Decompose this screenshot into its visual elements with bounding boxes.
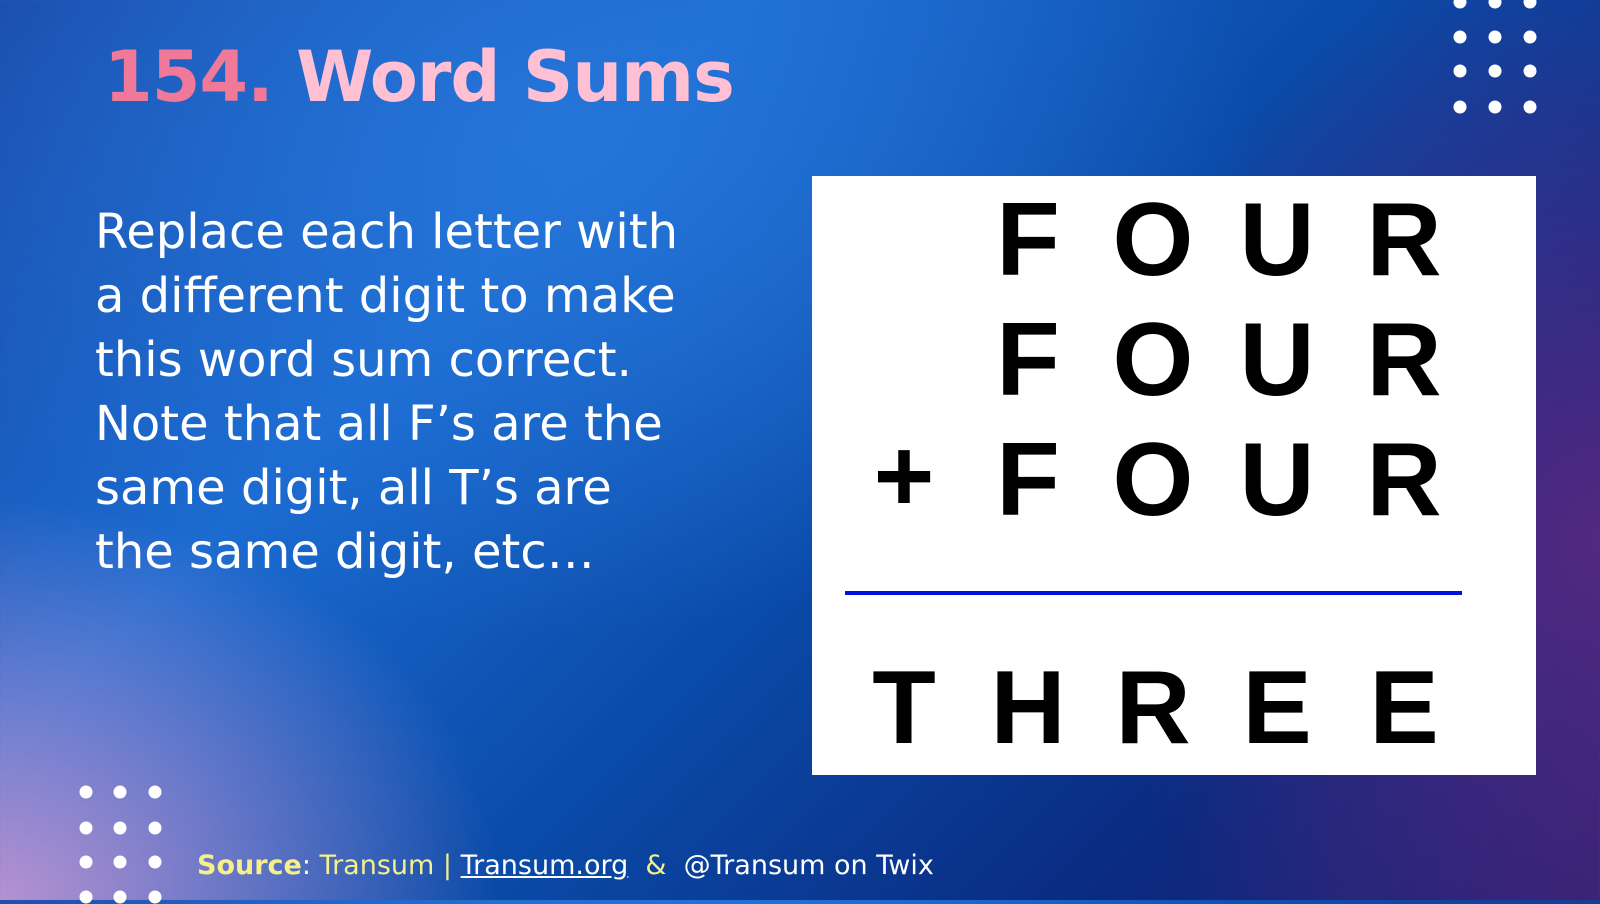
addend-letter: O bbox=[1112, 182, 1194, 298]
source-label: Source bbox=[197, 850, 302, 881]
decorative-dot bbox=[1523, 30, 1537, 44]
decorative-dot bbox=[79, 855, 93, 869]
addend-letter: F bbox=[996, 422, 1060, 538]
addend-letter: R bbox=[1366, 302, 1442, 418]
separator: | bbox=[442, 850, 453, 881]
decorative-dot bbox=[1453, 100, 1467, 114]
decorative-dot bbox=[1488, 100, 1502, 114]
puzzle-number: 154. bbox=[104, 36, 274, 118]
addend-letter: O bbox=[1112, 422, 1194, 538]
plus-sign: + bbox=[873, 418, 935, 534]
decorative-dot bbox=[1453, 0, 1467, 9]
twitter-handle: @Transum on Twix bbox=[683, 850, 934, 881]
decorative-dot bbox=[148, 855, 162, 869]
sum-rule-line bbox=[845, 591, 1462, 595]
decorative-dot bbox=[1488, 30, 1502, 44]
puzzle-description: Replace each letter with a different dig… bbox=[95, 204, 679, 580]
addend-letter: F bbox=[996, 302, 1060, 418]
addend-letter: U bbox=[1239, 182, 1315, 298]
ampersand: & bbox=[645, 850, 667, 881]
decorative-dot bbox=[79, 785, 93, 799]
result-letter: T bbox=[872, 650, 936, 766]
decorative-dot bbox=[79, 890, 93, 904]
decorative-dot bbox=[148, 890, 162, 904]
decorative-dot bbox=[1488, 0, 1502, 9]
decorative-dot bbox=[113, 855, 127, 869]
addend-letter: U bbox=[1239, 422, 1315, 538]
decorative-dot bbox=[113, 821, 127, 835]
decorative-dot bbox=[148, 821, 162, 835]
decorative-dot bbox=[1523, 64, 1537, 78]
decorative-dot bbox=[1453, 64, 1467, 78]
addend-letter: R bbox=[1366, 422, 1442, 538]
addend-letter: R bbox=[1366, 182, 1442, 298]
result-letter: H bbox=[990, 650, 1066, 766]
addend-letter: F bbox=[996, 182, 1060, 298]
addend-letter: O bbox=[1112, 302, 1194, 418]
decorative-dot bbox=[113, 785, 127, 799]
source-name: Transum bbox=[310, 850, 443, 881]
decorative-dot bbox=[113, 890, 127, 904]
result-letter: E bbox=[1369, 650, 1439, 766]
addend-letter: U bbox=[1239, 302, 1315, 418]
page-title: 154. Word Sums bbox=[104, 36, 735, 118]
decorative-dot bbox=[1523, 0, 1537, 9]
source-credit: Source: Transum | Transum.org & @Transum… bbox=[197, 850, 934, 881]
decorative-dot bbox=[1453, 30, 1467, 44]
puzzle-name: Word Sums bbox=[296, 36, 735, 118]
decorative-dot bbox=[79, 821, 93, 835]
transum-link[interactable]: Transum.org bbox=[461, 850, 629, 881]
decorative-dot bbox=[148, 785, 162, 799]
result-letter: E bbox=[1242, 650, 1312, 766]
decorative-dot bbox=[1523, 100, 1537, 114]
decorative-dot bbox=[1488, 64, 1502, 78]
colon: : bbox=[301, 850, 311, 881]
word-sum-panel: F O U R F O U R F O U R + T H R E E bbox=[812, 176, 1536, 775]
result-letter: R bbox=[1115, 650, 1191, 766]
